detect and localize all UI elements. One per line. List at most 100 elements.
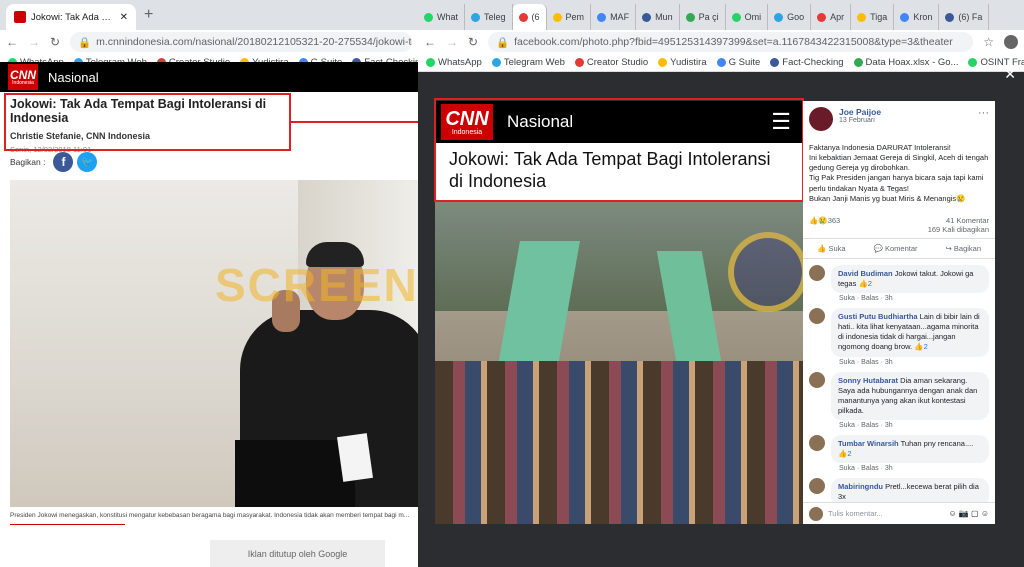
tab-label: MAF: [610, 12, 630, 22]
commenter-name[interactable]: David Budiman: [838, 269, 893, 278]
right-tab-7[interactable]: Omi: [726, 4, 769, 30]
left-tab-title: Jokowi: Tak Ada Tempat Bagi Intoler: [31, 11, 116, 23]
post-author[interactable]: Joe Paijoe: [839, 107, 881, 117]
post-author-row: Joe Paijoe 13 Februari ···: [803, 101, 995, 135]
right-tab-5[interactable]: Mun: [636, 4, 680, 30]
tab-favicon: [642, 12, 652, 22]
left-tab-bar: Jokowi: Tak Ada Tempat Bagi Intoler ✕ +: [0, 0, 418, 30]
bookmark-icon: [658, 58, 668, 67]
tab-label: Mun: [655, 12, 673, 22]
tab-label: What: [437, 12, 459, 22]
share-button[interactable]: ↪ Bagikan: [946, 244, 981, 253]
commenter-name[interactable]: Tumbar Winarsih: [838, 439, 899, 448]
commenter-avatar[interactable]: [809, 435, 825, 451]
shares-count[interactable]: 169 Kali dibagikan: [928, 225, 989, 234]
right-tab-3[interactable]: Pem: [547, 4, 592, 30]
comment-actions[interactable]: Suka · Balas · 3h: [839, 422, 989, 429]
right-tab-4[interactable]: MAF: [591, 4, 637, 30]
cnn-favicon: [14, 11, 26, 23]
comment-button[interactable]: 💬 Komentar: [874, 244, 918, 253]
right-tab-11[interactable]: Kron: [894, 4, 940, 30]
comment-item: Gusti Putu Budhiartha Lain di bibir lain…: [809, 308, 989, 366]
comment-item: David Budiman Jokowi takut. Jokowi ga te…: [809, 264, 989, 302]
lock-icon: 🔒: [78, 36, 92, 49]
profile-avatar[interactable]: [1004, 35, 1018, 49]
right-bookmark-4[interactable]: G Suite: [716, 57, 760, 68]
right-bookmark-5[interactable]: Fact-Checking: [770, 57, 844, 68]
tab-label: (6) Fa: [958, 12, 983, 22]
bookmark-icon: [770, 58, 780, 67]
tab-label: (6: [531, 12, 540, 22]
right-tab-8[interactable]: Goo: [768, 4, 812, 30]
bookmark-label: Creator Studio: [586, 57, 649, 68]
bookmark-icon: [716, 58, 726, 67]
twitter-share-icon[interactable]: 🐦: [77, 152, 98, 172]
back-icon[interactable]: ←: [424, 35, 436, 49]
tab-label: Apr: [830, 12, 845, 22]
right-tab-12[interactable]: (6) Fa: [939, 4, 990, 30]
commenter-avatar[interactable]: [809, 308, 825, 324]
left-active-tab[interactable]: Jokowi: Tak Ada Tempat Bagi Intoler ✕: [6, 4, 136, 30]
tab-favicon: [518, 12, 528, 22]
cnn-logo[interactable]: CNN Indonesia: [8, 64, 38, 90]
right-tab-1[interactable]: Teleg: [465, 4, 513, 30]
right-bookmark-6[interactable]: Data Hoax.xlsx - Go...: [853, 57, 959, 68]
more-options-icon[interactable]: ···: [978, 107, 989, 131]
reload-icon[interactable]: ↻: [468, 35, 478, 49]
right-tab-0[interactable]: What: [418, 4, 466, 30]
star-icon[interactable]: ☆: [983, 35, 994, 49]
close-icon[interactable]: ✕: [120, 12, 128, 23]
bookmark-label: WhatsApp: [438, 57, 482, 68]
author-avatar[interactable]: [809, 107, 833, 131]
right-bookmark-1[interactable]: Telegram Web: [491, 57, 565, 68]
comment-item: Tumbar Winarsih Tuhan pny rencana.... 👍2…: [809, 435, 989, 472]
tab-label: Omi: [744, 12, 762, 22]
like-button[interactable]: 👍 Suka: [817, 244, 846, 253]
comment-actions[interactable]: Suka · Balas · 3h: [839, 465, 989, 472]
comment-composer: Tulis komentar... ☺ 📷 ▢ ☺: [803, 502, 995, 524]
comment-actions[interactable]: Suka · Balas · 3h: [839, 295, 989, 302]
highlight-box-left: [4, 93, 291, 151]
post-date[interactable]: 13 Februari: [839, 117, 881, 124]
right-tab-2[interactable]: (6: [512, 4, 547, 30]
right-bookmark-0[interactable]: WhatsApp: [426, 57, 482, 68]
photo-crowd: [435, 361, 803, 524]
comment-bubble: Tumbar Winarsih Tuhan pny rencana.... 👍2: [831, 435, 989, 464]
forward-icon[interactable]: →: [446, 35, 458, 49]
watermark-text: SCREENSHOT BY: [215, 259, 418, 311]
tab-favicon: [945, 12, 955, 22]
emoji-icon[interactable]: ☺ 📷 ▢ ☺: [948, 509, 989, 518]
left-address-bar[interactable]: 🔒 m.cnnindonesia.com/nasional/20180212105…: [70, 32, 412, 52]
right-tab-6[interactable]: Pa çi: [680, 4, 726, 30]
commenter-name[interactable]: Sonny Hutabarat: [838, 376, 898, 385]
commenter-name[interactable]: Gusti Putu Budhiartha: [838, 312, 918, 321]
reaction-count-wrap[interactable]: 👍😢363: [809, 216, 840, 234]
comment-input[interactable]: Tulis komentar...: [828, 509, 943, 518]
commenter-avatar[interactable]: [809, 264, 825, 281]
lock-icon: 🔒: [496, 36, 510, 49]
bookmark-label: Data Hoax.xlsx - Go...: [865, 57, 959, 68]
tab-label: Kron: [913, 12, 933, 22]
comments-count[interactable]: 41 Komentar: [928, 216, 989, 225]
right-tab-10[interactable]: Tiga: [851, 4, 895, 30]
right-bookmark-3[interactable]: Yudistira: [658, 57, 707, 68]
reload-icon[interactable]: ↻: [50, 35, 60, 49]
tab-favicon: [471, 12, 481, 22]
forward-icon[interactable]: →: [28, 35, 40, 49]
commenter-name[interactable]: Mabiringndu: [838, 482, 883, 491]
facebook-share-icon[interactable]: f: [53, 152, 74, 172]
like-reaction-icon: 👍😢: [809, 215, 828, 225]
section-label[interactable]: Nasional: [48, 70, 99, 85]
commenter-avatar[interactable]: [809, 478, 825, 495]
tab-favicon: [685, 12, 695, 22]
commenter-avatar[interactable]: [809, 371, 825, 388]
right-bookmark-2[interactable]: Creator Studio: [574, 57, 649, 68]
close-viewer-icon[interactable]: ✕: [1004, 66, 1016, 83]
back-icon[interactable]: ←: [6, 35, 18, 49]
bookmark-label: Telegram Web: [503, 57, 565, 68]
right-tab-9[interactable]: Apr: [811, 4, 852, 30]
tab-label: Teleg: [484, 12, 506, 22]
right-address-bar[interactable]: 🔒 facebook.com/photo.php?fbid=49512531439…: [488, 32, 974, 52]
comment-actions[interactable]: Suka · Balas · 3h: [839, 359, 989, 366]
new-tab-icon[interactable]: +: [144, 6, 153, 24]
